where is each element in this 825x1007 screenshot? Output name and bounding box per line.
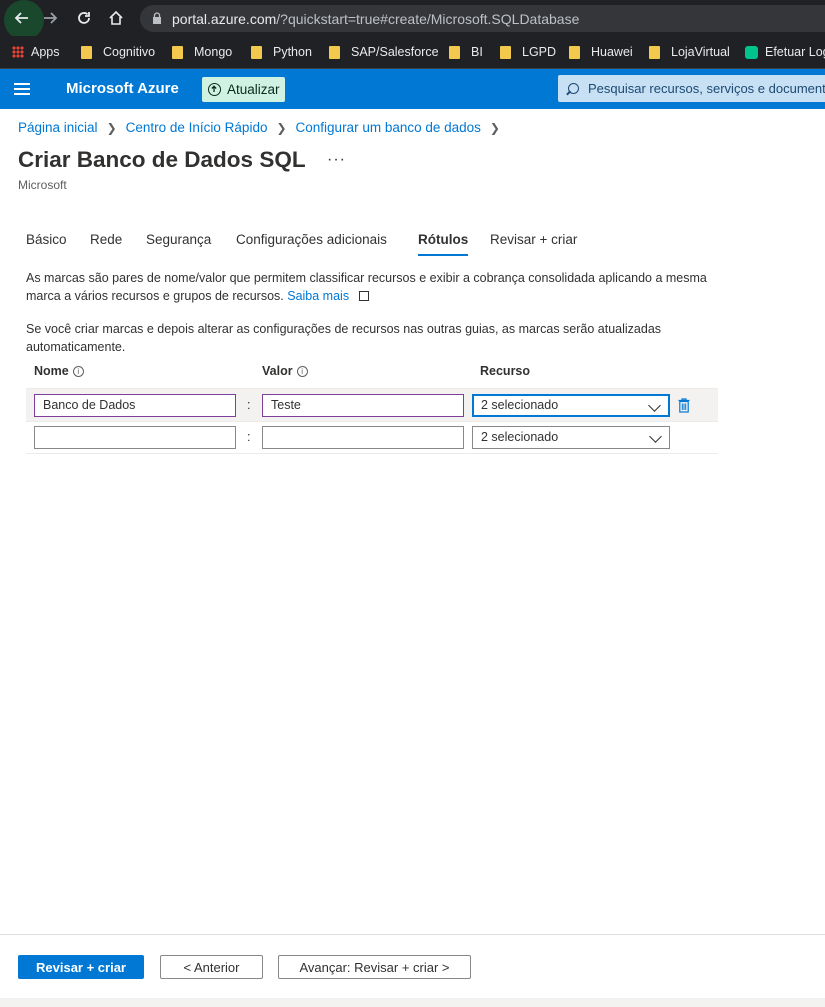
next-review-create-button[interactable]: Avançar: Revisar + criar > <box>278 955 471 979</box>
reload-icon[interactable] <box>72 6 96 30</box>
apps-grid-icon <box>12 46 24 58</box>
bookmark-sap-salesforce[interactable]: SAP/Salesforce <box>329 43 439 61</box>
learn-more-link[interactable]: Saiba mais <box>287 289 349 303</box>
address-bar[interactable]: portal.azure.com/?quickstart=true#create… <box>140 5 825 32</box>
tag-value-input-empty[interactable] <box>262 426 464 449</box>
tab-rotulos[interactable]: Rótulos <box>418 232 469 256</box>
home-icon[interactable] <box>104 6 128 30</box>
forward-icon[interactable] <box>38 6 62 30</box>
external-link-icon[interactable] <box>358 290 369 301</box>
chevron-right-icon: ❯ <box>276 120 287 135</box>
previous-button[interactable]: < Anterior <box>160 955 263 979</box>
resource-dropdown-empty-row[interactable]: 2 selecionado <box>472 426 670 449</box>
tab-rede[interactable]: Rede <box>90 232 122 247</box>
tab-configuracoes-adicionais[interactable]: Configurações adicionais <box>236 232 387 247</box>
bookmark-efetuar-login[interactable]: Efetuar Log <box>745 43 825 61</box>
update-label: Atualizar <box>227 82 280 97</box>
bookmark-lgpd[interactable]: LGPD <box>500 43 556 61</box>
chevron-down-icon <box>649 430 662 443</box>
url-text: portal.azure.com/?quickstart=true#create… <box>172 11 580 27</box>
column-header-value: Valor i <box>262 364 308 378</box>
back-icon[interactable] <box>10 6 34 30</box>
delete-icon[interactable] <box>678 398 690 413</box>
global-search-input[interactable]: Pesquisar recursos, serviços e documento… <box>558 75 825 102</box>
arrow-up-circle-icon <box>208 83 221 96</box>
breadcrumb-configure-db[interactable]: Configurar um banco de dados <box>296 120 481 135</box>
bookmarks-bar: Apps Cognitivo Mongo Python SAP/Salesfor… <box>0 36 825 69</box>
extension-icon <box>745 45 758 59</box>
chevron-right-icon: ❯ <box>489 120 500 135</box>
folder-icon <box>172 45 183 59</box>
search-icon <box>568 83 579 94</box>
column-header-resource: Recurso <box>480 364 530 378</box>
resource-dropdown-value: 2 selecionado <box>481 430 559 444</box>
folder-icon <box>569 45 580 59</box>
info-icon[interactable]: i <box>72 365 84 377</box>
search-placeholder: Pesquisar recursos, serviços e documento… <box>588 81 825 96</box>
tab-seguranca[interactable]: Segurança <box>146 232 211 247</box>
info-icon[interactable]: i <box>296 365 308 377</box>
bottom-strip <box>0 998 825 1007</box>
chevron-right-icon: ❯ <box>106 120 117 135</box>
tags-update-note: Se você criar marcas e depois alterar as… <box>26 322 662 354</box>
bookmark-apps[interactable]: Apps <box>12 43 60 61</box>
bookmark-bi[interactable]: BI <box>449 43 483 61</box>
footer-divider <box>0 934 825 935</box>
update-button[interactable]: Atualizar <box>202 77 285 102</box>
review-create-button[interactable]: Revisar + criar <box>18 955 144 979</box>
page-title: Criar Banco de Dados SQL <box>18 147 306 172</box>
folder-icon <box>649 45 660 59</box>
bookmark-mongo[interactable]: Mongo <box>172 43 232 61</box>
tab-revisar-criar[interactable]: Revisar + criar <box>490 232 577 247</box>
page-subtitle: Microsoft <box>18 178 67 192</box>
breadcrumb-quickstart[interactable]: Centro de Início Rápido <box>126 120 268 135</box>
bookmark-cognitivo[interactable]: Cognitivo <box>81 43 155 61</box>
column-header-name-label: Nome <box>34 364 69 378</box>
folder-icon <box>449 45 460 59</box>
breadcrumb-home[interactable]: Página inicial <box>18 120 98 135</box>
tag-name-input-empty[interactable] <box>34 426 236 449</box>
name-value-separator: : <box>247 430 251 444</box>
resource-dropdown-value: 2 selecionado <box>481 398 559 412</box>
bookmark-huawei[interactable]: Huawei <box>569 43 633 61</box>
folder-icon <box>251 45 262 59</box>
azure-top-bar: Microsoft Azure Atualizar Pesquisar recu… <box>0 69 825 109</box>
bookmark-lojavirtual[interactable]: LojaVirtual <box>649 43 730 61</box>
brand-link[interactable]: Microsoft Azure <box>66 80 179 97</box>
name-value-separator: : <box>247 398 251 412</box>
menu-icon[interactable] <box>14 83 30 95</box>
folder-icon <box>500 45 511 59</box>
browser-toolbar: portal.azure.com/?quickstart=true#create… <box>0 0 825 40</box>
tag-value-input[interactable]: Teste <box>262 394 464 417</box>
folder-icon <box>329 45 340 59</box>
row-divider <box>26 421 718 422</box>
tags-description: As marcas são pares de nome/valor que pe… <box>26 270 716 305</box>
column-header-value-label: Valor <box>262 364 293 378</box>
folder-icon <box>81 45 92 59</box>
row-divider <box>26 453 718 454</box>
breadcrumb: Página inicial ❯ Centro de Início Rápido… <box>18 120 509 135</box>
bookmark-python[interactable]: Python <box>251 43 312 61</box>
resource-dropdown[interactable]: 2 selecionado <box>472 394 670 417</box>
tab-basico[interactable]: Básico <box>26 232 67 247</box>
column-header-name: Nome i <box>34 364 84 378</box>
column-header-resource-label: Recurso <box>480 364 531 378</box>
more-options-button[interactable]: ··· <box>327 151 346 169</box>
tag-name-input[interactable]: Banco de Dados <box>34 394 236 417</box>
lock-icon <box>153 12 161 24</box>
chevron-down-icon <box>648 399 661 412</box>
